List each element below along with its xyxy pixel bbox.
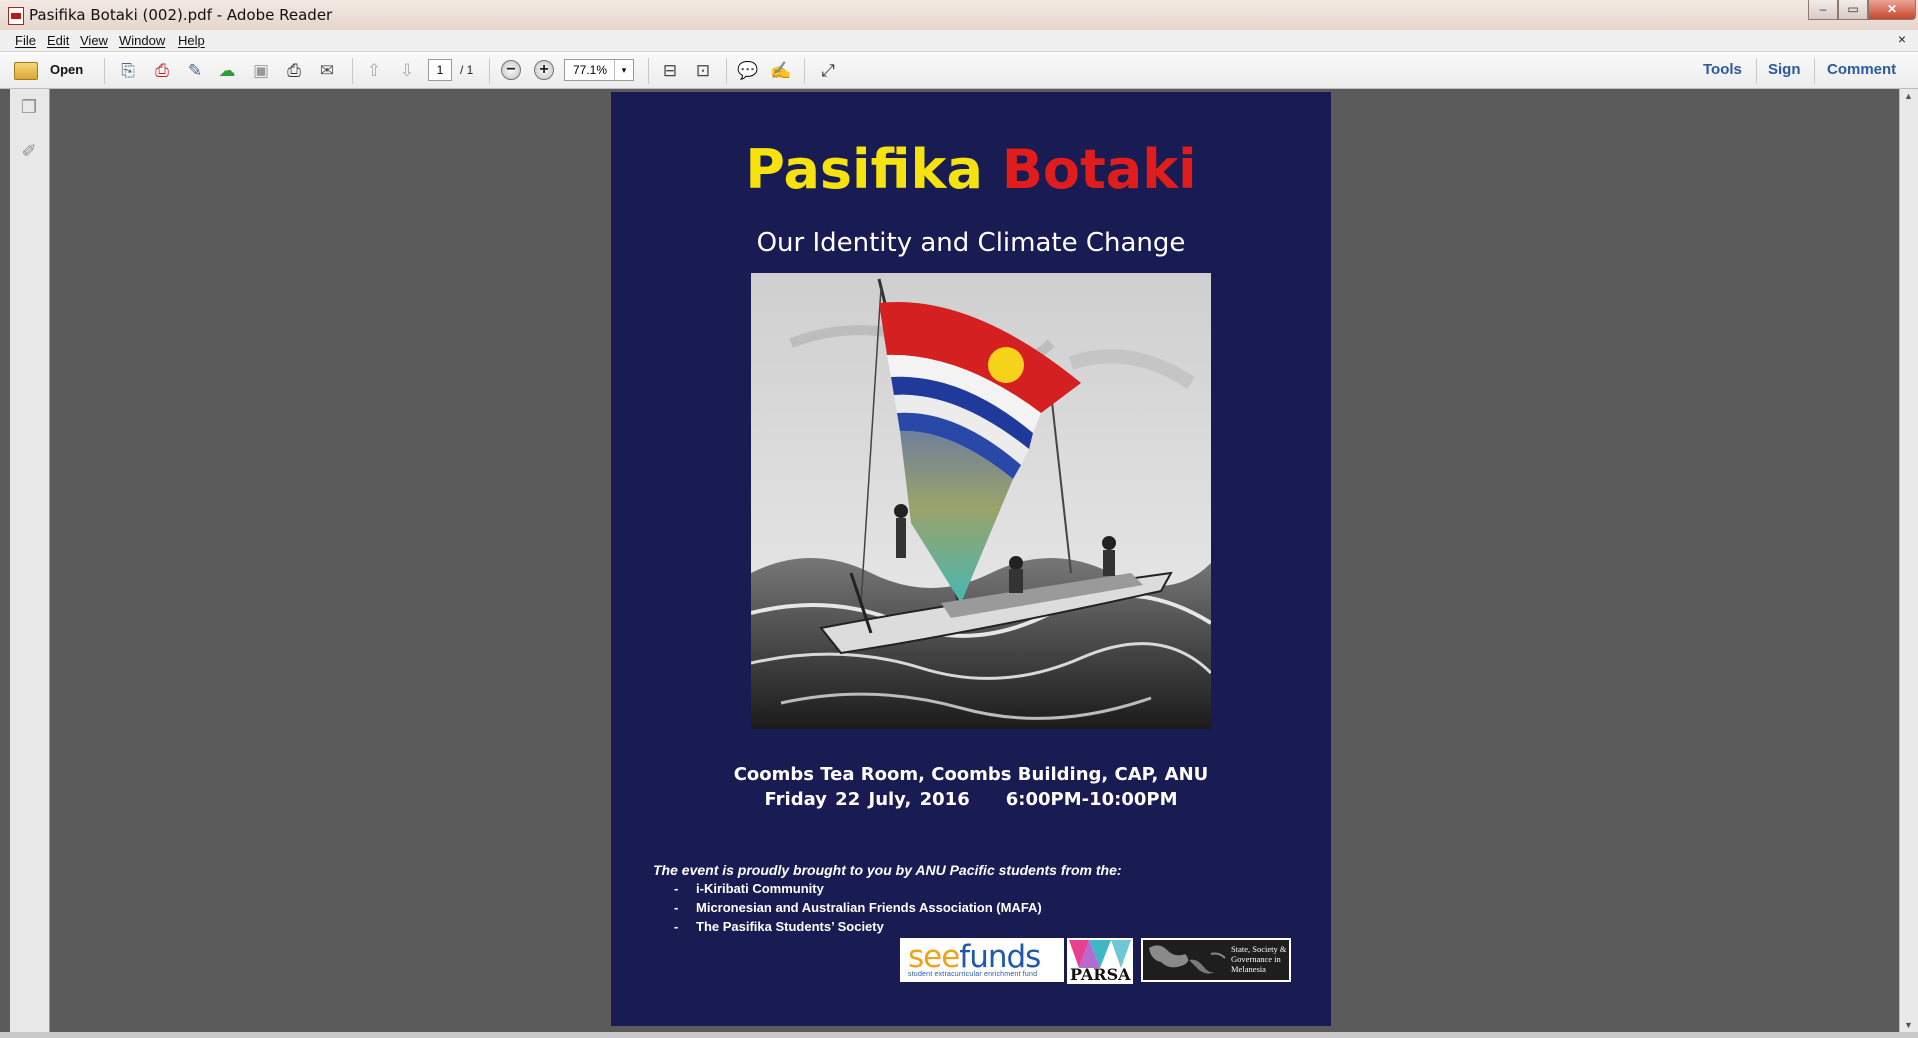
sticky-note-icon[interactable]: 💬 xyxy=(737,60,759,82)
sscgm-logo: State, Society & Governance in Melanesia xyxy=(1141,938,1291,982)
close-document-icon[interactable]: × xyxy=(1898,31,1906,47)
sscgm-wordmark: State, Society & Governance in Melanesia xyxy=(1231,944,1287,974)
menu-file[interactable]: File xyxy=(15,33,36,48)
list-item: Micronesian and Australian Friends Assoc… xyxy=(674,900,1042,919)
toolbar-divider xyxy=(1756,58,1757,84)
zoom-in-button[interactable]: + xyxy=(534,60,554,80)
previous-page-icon[interactable]: ⇧ xyxy=(363,60,385,82)
window-title: Pasifika Botaki (002).pdf - Adobe Reader xyxy=(29,6,333,24)
event-date: Friday 22 July, 2016 xyxy=(764,789,970,810)
event-venue: Coombs Tea Room, Coombs Building, CAP, A… xyxy=(733,764,1209,785)
list-item: The Pasifika Students’ Society xyxy=(674,919,1042,938)
fit-width-icon[interactable]: ⊡ xyxy=(692,60,714,82)
maximize-button[interactable]: ▭ xyxy=(1838,0,1868,20)
vertical-scrollbar[interactable]: ▲ ▼ xyxy=(1899,89,1918,1032)
export-pdf-icon[interactable]: ⎙ xyxy=(151,60,173,82)
seefunds-logo: seefunds student extracurricular enrichm… xyxy=(900,938,1064,982)
window-titlebar: Pasifika Botaki (002).pdf - Adobe Reader… xyxy=(0,0,1918,31)
next-page-icon[interactable]: ⇩ xyxy=(396,60,418,82)
main-toolbar: Open ⎘ ⎙ ✎ ☁ ▣ ⎙ ✉ ⇧ ⇩ 1 / 1 − + 77.1% ▾… xyxy=(0,52,1918,89)
window-bottom-edge xyxy=(0,1032,1918,1038)
toolbar-divider xyxy=(104,58,105,84)
toolbar-divider xyxy=(352,58,353,84)
menu-bar: File Edit View Window Help × xyxy=(0,30,1918,52)
toolbar-divider xyxy=(1814,58,1815,84)
scroll-down-icon[interactable]: ▼ xyxy=(1904,1020,1913,1030)
page-total: / 1 xyxy=(460,63,474,77)
poster-subtitle: Our Identity and Climate Change xyxy=(756,228,1186,258)
chevron-down-icon[interactable]: ▾ xyxy=(614,60,633,80)
full-screen-icon[interactable]: ⤢ xyxy=(817,60,839,82)
zoom-out-button[interactable]: − xyxy=(501,60,521,80)
toolbar-divider xyxy=(489,58,490,84)
menu-edit[interactable]: Edit xyxy=(47,33,69,48)
tab-comment[interactable]: Comment xyxy=(1827,61,1896,78)
folder-icon xyxy=(14,62,38,80)
navigation-pane: ❐ ✐ xyxy=(10,89,50,1032)
event-datetime: Friday 22 July, 2016 6:00PM-10:00PM xyxy=(611,789,1331,810)
attachments-paperclip-icon[interactable]: ✐ xyxy=(19,141,39,163)
adobe-pdf-icon xyxy=(8,7,24,25)
melanesia-map-icon xyxy=(1149,945,1226,974)
event-time: 6:00PM-10:00PM xyxy=(1005,789,1178,810)
menu-help[interactable]: Help xyxy=(178,33,205,48)
seefunds-wordmark: seefunds xyxy=(908,939,1041,975)
parsa-wordmark: PARSA xyxy=(1070,965,1131,984)
organizers-intro: The event is proudly brought to you by A… xyxy=(653,862,1122,878)
print-icon[interactable]: ⎙ xyxy=(283,60,305,82)
minimize-button[interactable]: – xyxy=(1808,0,1838,20)
poster-title: Pasifika Botaki xyxy=(611,138,1331,201)
parsa-logo: PARSA xyxy=(1067,938,1133,984)
tab-tools[interactable]: Tools xyxy=(1703,61,1742,78)
pdf-page: Pasifika Botaki Our Identity and Climate… xyxy=(611,92,1331,1026)
edit-pdf-icon[interactable]: ✎ xyxy=(184,60,206,82)
email-icon[interactable]: ✉ xyxy=(316,60,338,82)
toolbar-divider xyxy=(648,58,649,84)
list-item: i-Kiribati Community xyxy=(674,881,1042,900)
title-part-red: Botaki xyxy=(1001,138,1197,201)
organizers-list: i-Kiribati Community Micronesian and Aus… xyxy=(674,881,1042,938)
menu-window[interactable]: Window xyxy=(119,33,165,48)
page-thumbnails-icon[interactable]: ❐ xyxy=(19,97,39,119)
toolbar-divider xyxy=(726,58,727,84)
tab-sign[interactable]: Sign xyxy=(1768,61,1801,78)
upload-cloud-icon[interactable]: ☁ xyxy=(216,60,238,82)
create-pdf-icon[interactable]: ⎘ xyxy=(117,60,139,82)
zoom-value: 77.1% xyxy=(573,63,608,77)
toolbar-divider xyxy=(804,58,805,84)
title-part-yellow: Pasifika xyxy=(745,138,983,201)
highlight-icon[interactable]: ✍ xyxy=(770,60,792,82)
menu-view[interactable]: View xyxy=(80,33,108,48)
canoe-sail-image xyxy=(751,273,1211,729)
open-label: Open xyxy=(50,62,84,77)
seefunds-tagline: student extracurricular enrichment fund xyxy=(908,971,1038,978)
scroll-up-icon[interactable]: ▲ xyxy=(1904,91,1913,101)
save-icon[interactable]: ▣ xyxy=(250,60,272,82)
zoom-level-select[interactable]: 77.1% ▾ xyxy=(564,59,634,81)
page-number-input[interactable]: 1 xyxy=(428,59,452,81)
close-window-button[interactable]: ✕ xyxy=(1868,0,1916,20)
fit-page-icon[interactable]: ⊟ xyxy=(659,60,681,82)
